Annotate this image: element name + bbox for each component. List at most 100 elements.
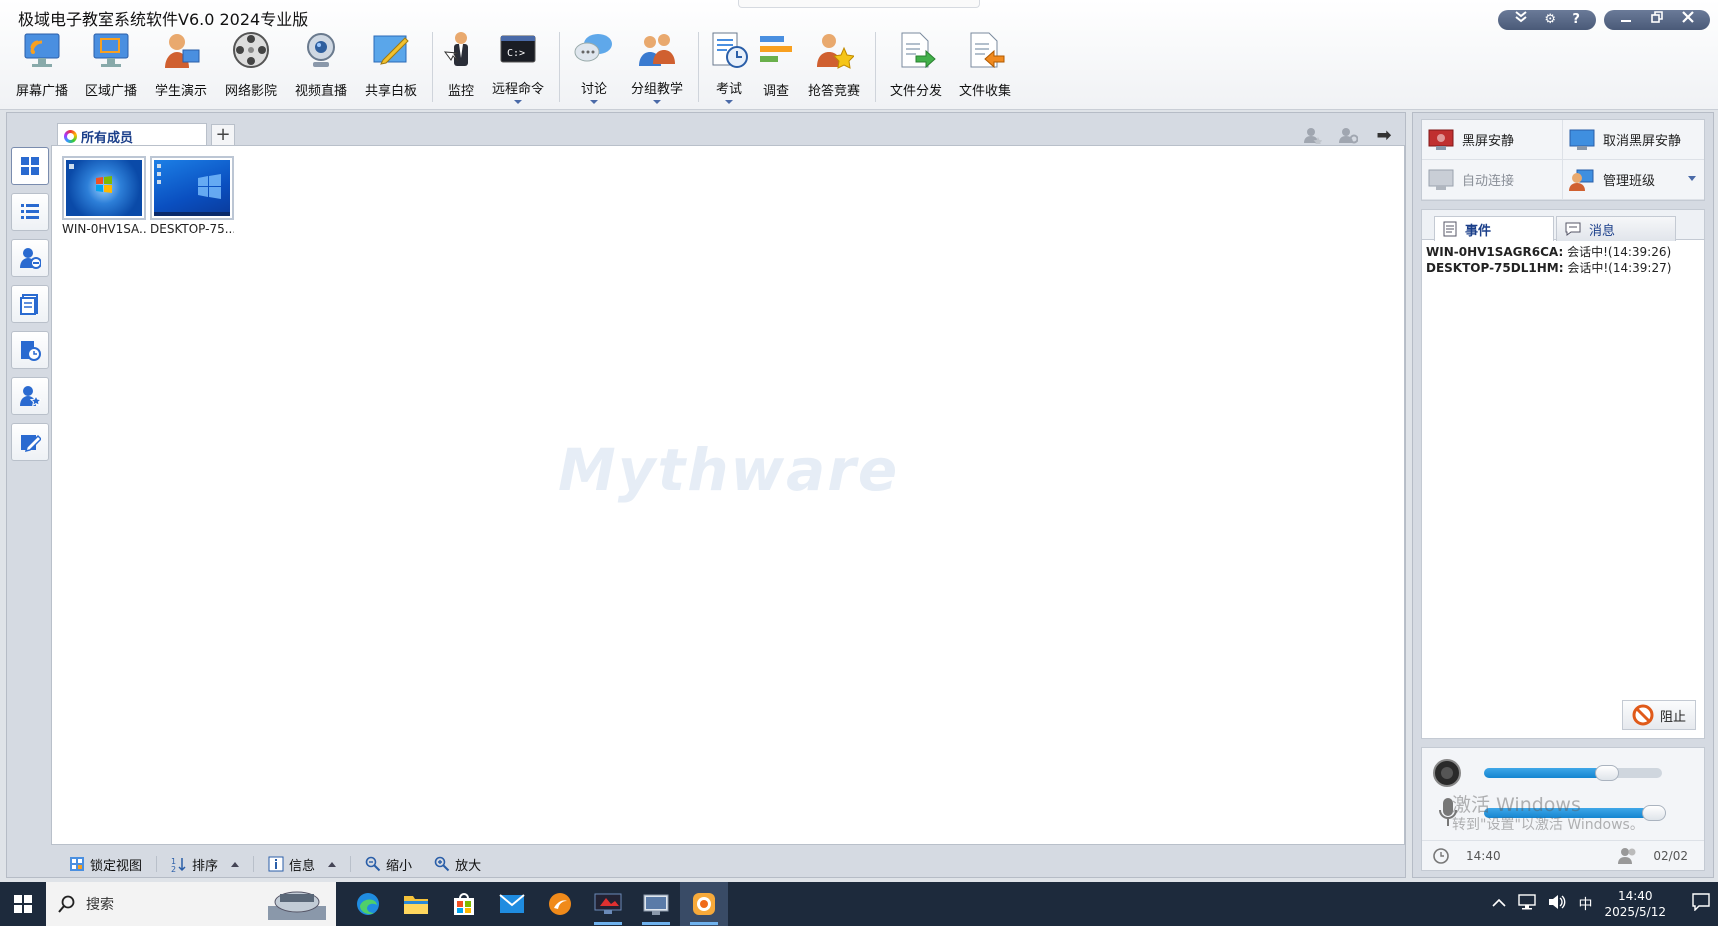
teacher-monitor-app[interactable] — [632, 882, 680, 926]
sort-dropdown-icon[interactable] — [231, 861, 240, 867]
lock-view-icon — [70, 857, 84, 871]
zoom-out-button[interactable]: 缩小 — [357, 855, 420, 874]
close-button[interactable] — [1682, 10, 1695, 30]
speaker-volume-slider[interactable] — [1484, 765, 1662, 781]
survey-bars-icon — [756, 30, 796, 70]
notification-icon[interactable] — [1692, 893, 1710, 915]
volume-icon[interactable] — [1548, 894, 1566, 914]
monitor-button[interactable]: 监控 — [439, 28, 483, 106]
chat-bubbles-icon — [574, 30, 614, 70]
system-tray: 中 14:40 2025/5/12 — [1492, 888, 1718, 920]
mythware-app[interactable] — [680, 882, 728, 926]
favorite-members-button[interactable] — [11, 377, 49, 415]
exam-history-button[interactable] — [11, 331, 49, 369]
edit-button[interactable] — [11, 423, 49, 461]
tab-events[interactable]: 事件 — [1434, 216, 1554, 241]
arrow-right-icon[interactable]: ➡ — [1373, 125, 1395, 146]
tray-chevron-up-icon[interactable] — [1492, 896, 1507, 912]
statusbar-separator — [350, 856, 352, 872]
toolbar-separator — [875, 32, 876, 102]
taskbar-search-box[interactable]: 搜索 — [46, 882, 336, 926]
remote-desktop-app[interactable] — [584, 882, 632, 926]
exam-button[interactable]: 考试 — [705, 28, 753, 106]
cancel-black-screen-button[interactable]: 取消黑屏安静 — [1563, 120, 1704, 160]
store-app[interactable] — [440, 882, 488, 926]
remote-command-button[interactable]: C:> 远程命令 — [483, 28, 553, 106]
color-ring-icon — [64, 130, 77, 143]
tab-messages[interactable]: 消息 — [1556, 216, 1676, 241]
remote-command-dropdown-icon[interactable] — [514, 100, 522, 104]
main-toolbar: 屏幕广播 区域广播 学生演示 网络影院 视频直播 共享白板 监控 C:> 远程命… — [8, 28, 1020, 108]
edge-app[interactable] — [344, 882, 392, 926]
film-reel-icon — [231, 30, 271, 70]
black-screen-button[interactable]: 黑屏安静 — [1422, 120, 1563, 160]
auto-connect-button[interactable]: 自动连接 — [1422, 160, 1563, 200]
network-cinema-button[interactable]: 网络影院 — [216, 28, 286, 106]
file-explorer-app[interactable] — [392, 882, 440, 926]
sort-button[interactable]: 12 排序 — [163, 855, 247, 874]
area-broadcast-button[interactable]: 区域广播 — [76, 28, 146, 106]
survey-button[interactable]: 调查 — [753, 28, 799, 106]
student-thumbnail[interactable]: WIN-0HV1SA... — [62, 156, 146, 236]
event-item: WIN-0HV1SAGR6CA: 会话中!(14:39:26) — [1426, 245, 1672, 259]
group-teaching-icon — [637, 30, 677, 70]
student-demo-icon — [161, 30, 201, 70]
zoom-in-button[interactable]: 放大 — [426, 855, 489, 874]
main-panel: 所有成员 + ➡ Mythware WIN-0HV1SA... DESKTOP-… — [6, 112, 1406, 878]
member-remove-button[interactable] — [11, 239, 49, 277]
windows-taskbar: 搜索 中 14:40 2025/5/12 — [0, 882, 1718, 926]
manage-class-button[interactable]: 管理班级 — [1563, 160, 1704, 200]
zoom-in-icon — [434, 856, 450, 872]
speaker-knob-icon[interactable] — [1432, 758, 1462, 788]
ime-indicator[interactable]: 中 — [1578, 894, 1592, 914]
list-view-button[interactable] — [11, 193, 49, 231]
info-dropdown-icon[interactable] — [328, 861, 337, 867]
file-collect-button[interactable]: 文件收集 — [950, 28, 1020, 106]
info-button[interactable]: 信息 — [260, 855, 344, 874]
lock-view-button[interactable]: 锁定视图 — [61, 855, 150, 874]
student-screen — [150, 156, 234, 220]
toolbar-separator — [559, 32, 560, 102]
add-member-icon[interactable] — [1301, 125, 1323, 145]
speaker-volume-knob[interactable] — [1594, 765, 1619, 781]
start-button[interactable] — [0, 882, 46, 926]
restore-button[interactable] — [1651, 10, 1663, 30]
top-drag-tab[interactable] — [738, 0, 980, 8]
student-canvas[interactable]: Mythware WIN-0HV1SA... DESKTOP-75... — [51, 145, 1405, 845]
webcam-icon — [301, 30, 341, 70]
block-button[interactable]: 阻止 — [1622, 700, 1696, 730]
video-live-button[interactable]: 视频直播 — [286, 28, 356, 106]
screen-broadcast-button[interactable]: 屏幕广播 — [8, 28, 76, 106]
settings-gear-icon[interactable]: ⚙ — [1544, 10, 1556, 30]
minimize-button[interactable] — [1620, 10, 1632, 30]
thumbnail-view-button[interactable] — [11, 147, 49, 185]
collapse-chevron-icon[interactable] — [1514, 10, 1528, 30]
mic-volume-knob[interactable] — [1642, 805, 1666, 821]
discussion-dropdown-icon[interactable] — [590, 100, 598, 104]
student-thumbnail[interactable]: DESKTOP-75... — [150, 156, 234, 236]
discussion-button[interactable]: 讨论 — [566, 28, 622, 106]
help-icon[interactable]: ? — [1572, 10, 1580, 30]
student-screen — [62, 156, 146, 220]
student-name: WIN-0HV1SA... — [62, 222, 146, 236]
statusbar-separator — [156, 856, 158, 872]
whiteboard-icon — [371, 30, 411, 70]
file-distribute-button[interactable]: 文件分发 — [882, 28, 950, 106]
taskbar-clock[interactable]: 14:40 2025/5/12 — [1604, 888, 1666, 920]
group-teaching-button[interactable]: 分组教学 — [622, 28, 692, 106]
group-teaching-dropdown-icon[interactable] — [653, 100, 661, 104]
add-tab-button[interactable]: + — [211, 124, 235, 146]
exam-dropdown-icon[interactable] — [725, 100, 733, 104]
documents-button[interactable] — [11, 285, 49, 323]
zoom-out-icon — [365, 856, 381, 872]
student-name: DESKTOP-75... — [150, 222, 234, 236]
shared-whiteboard-button[interactable]: 共享白板 — [356, 28, 426, 106]
quiz-competition-button[interactable]: 抢答竞赛 — [799, 28, 869, 106]
orange-app[interactable] — [536, 882, 584, 926]
mail-app[interactable] — [488, 882, 536, 926]
screen-broadcast-icon — [22, 30, 62, 70]
network-icon[interactable] — [1518, 894, 1537, 914]
manage-class-dropdown-icon[interactable] — [1688, 176, 1696, 181]
student-demo-button[interactable]: 学生演示 — [146, 28, 216, 106]
member-settings-icon[interactable] — [1337, 125, 1359, 145]
